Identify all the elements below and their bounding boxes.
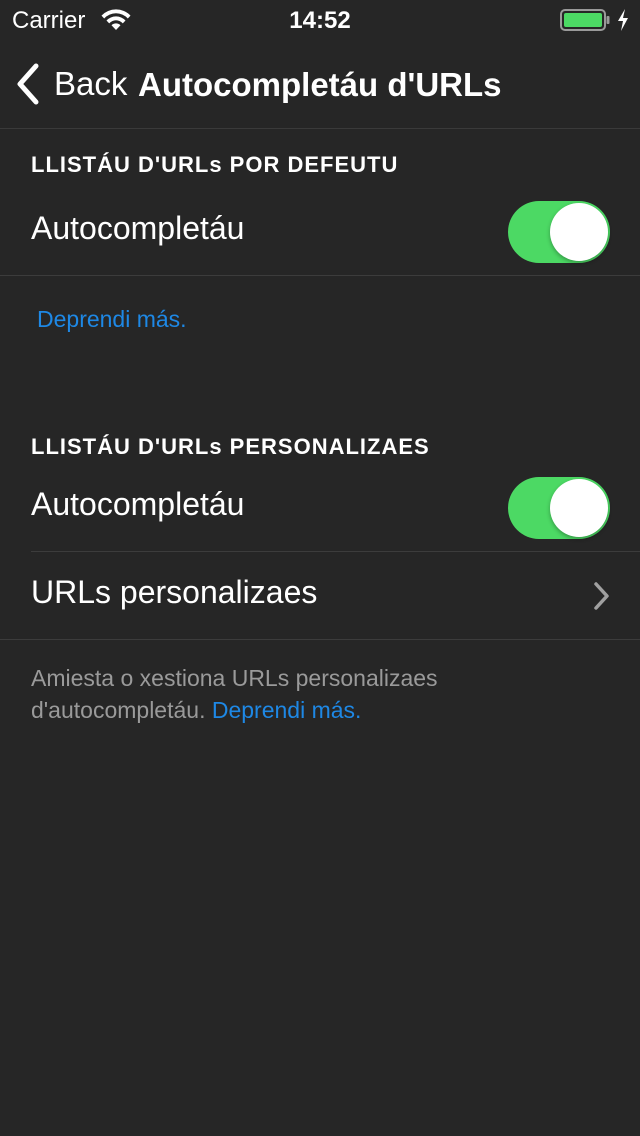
row-label: Autocompletáu xyxy=(31,486,245,522)
toggle-knob xyxy=(550,479,608,537)
section-header-default: LLISTÁU D'URLs POR DEFEUTU xyxy=(31,152,399,177)
section-header-custom: LLISTÁU D'URLs PERSONALIZAES xyxy=(31,434,430,459)
navigation-bar: Back Autocompletáu d'URLs xyxy=(0,40,640,129)
toggle-knob xyxy=(550,203,608,261)
back-label: Back xyxy=(54,65,128,102)
divider xyxy=(0,639,640,640)
row-default-autocomplete: Autocompletáu xyxy=(0,188,640,276)
custom-urls-footer: Amiesta o xestiona URLs personalizaes d'… xyxy=(31,662,591,726)
divider xyxy=(0,275,640,276)
back-button[interactable]: Back xyxy=(14,62,127,106)
default-autocomplete-toggle[interactable] xyxy=(508,201,610,263)
learn-more-link[interactable]: Deprendi más. xyxy=(37,306,187,333)
row-label: Autocompletáu xyxy=(31,210,245,246)
status-bar: Carrier 14:52 xyxy=(0,0,640,40)
status-time: 14:52 xyxy=(289,7,351,34)
row-label: URLs personalizaes xyxy=(31,574,318,610)
page-title: Autocompletáu d'URLs xyxy=(138,66,502,103)
custom-autocomplete-toggle[interactable] xyxy=(508,477,610,539)
footer-learn-more-link[interactable]: Deprendi más. xyxy=(212,697,362,723)
chevron-right-icon xyxy=(594,582,609,610)
chevron-left-icon xyxy=(17,63,39,105)
row-custom-autocomplete: Autocompletáu xyxy=(0,464,640,552)
charging-bolt-icon xyxy=(618,9,628,31)
battery-icon xyxy=(560,9,610,31)
row-custom-urls[interactable]: URLs personalizaes xyxy=(0,552,640,640)
